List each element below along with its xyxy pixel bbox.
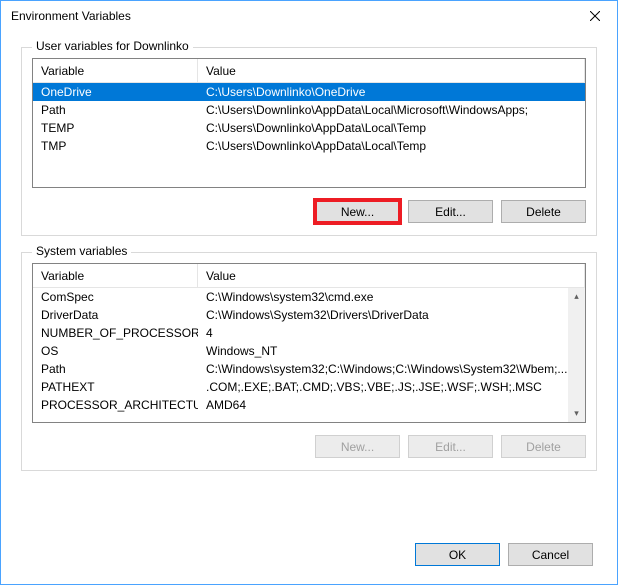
table-row[interactable]: PROCESSOR_ARCHITECTUREAMD64 bbox=[33, 396, 568, 414]
dialog-footer: OK Cancel bbox=[415, 543, 593, 566]
cell-value: C:\Users\Downlinko\AppData\Local\Temp bbox=[198, 139, 585, 153]
window-title: Environment Variables bbox=[11, 9, 572, 23]
cell-variable: DriverData bbox=[33, 308, 198, 322]
cell-value: C:\Users\Downlinko\AppData\Local\Microso… bbox=[198, 103, 585, 117]
table-row[interactable]: PATHEXT.COM;.EXE;.BAT;.CMD;.VBS;.VBE;.JS… bbox=[33, 378, 568, 396]
cell-variable: OS bbox=[33, 344, 198, 358]
system-group-label: System variables bbox=[32, 244, 131, 258]
table-row[interactable]: PathC:\Windows\system32;C:\Windows;C:\Wi… bbox=[33, 360, 568, 378]
cell-variable: OneDrive bbox=[33, 85, 198, 99]
cell-value: C:\Windows\system32\cmd.exe bbox=[198, 290, 568, 304]
cell-variable: NUMBER_OF_PROCESSORS bbox=[33, 326, 198, 340]
cell-variable: ComSpec bbox=[33, 290, 198, 304]
cancel-button[interactable]: Cancel bbox=[508, 543, 593, 566]
cell-value: AMD64 bbox=[198, 398, 568, 412]
scroll-down-icon[interactable]: ▾ bbox=[568, 405, 585, 422]
system-variables-table[interactable]: Variable Value ComSpecC:\Windows\system3… bbox=[32, 263, 586, 423]
system-variables-group: System variables Variable Value ComSpecC… bbox=[21, 252, 597, 471]
cell-value: C:\Windows\system32;C:\Windows;C:\Window… bbox=[198, 362, 568, 376]
system-table-header: Variable Value bbox=[33, 264, 585, 288]
close-button[interactable] bbox=[572, 1, 617, 31]
cell-value: 4 bbox=[198, 326, 568, 340]
cell-value: C:\Users\Downlinko\AppData\Local\Temp bbox=[198, 121, 585, 135]
cell-value: .COM;.EXE;.BAT;.CMD;.VBS;.VBE;.JS;.JSE;.… bbox=[198, 380, 568, 394]
user-variables-group: User variables for Downlinko Variable Va… bbox=[21, 47, 597, 236]
table-row[interactable]: OSWindows_NT bbox=[33, 342, 568, 360]
sys-col-value[interactable]: Value bbox=[198, 264, 585, 287]
table-row[interactable]: PathC:\Users\Downlinko\AppData\Local\Mic… bbox=[33, 101, 585, 119]
user-col-variable[interactable]: Variable bbox=[33, 59, 198, 82]
system-button-row: New... Edit... Delete bbox=[32, 435, 586, 458]
scroll-up-icon[interactable]: ▴ bbox=[568, 288, 585, 305]
system-scrollbar[interactable]: ▴ ▾ bbox=[568, 288, 585, 422]
cell-variable: TEMP bbox=[33, 121, 198, 135]
cell-variable: TMP bbox=[33, 139, 198, 153]
system-delete-button: Delete bbox=[501, 435, 586, 458]
table-row[interactable]: ComSpecC:\Windows\system32\cmd.exe bbox=[33, 288, 568, 306]
user-edit-button[interactable]: Edit... bbox=[408, 200, 493, 223]
table-row[interactable]: TEMPC:\Users\Downlinko\AppData\Local\Tem… bbox=[33, 119, 585, 137]
user-variables-table[interactable]: Variable Value OneDriveC:\Users\Downlink… bbox=[32, 58, 586, 188]
cell-variable: PROCESSOR_ARCHITECTURE bbox=[33, 398, 198, 412]
table-row[interactable]: DriverDataC:\Windows\System32\Drivers\Dr… bbox=[33, 306, 568, 324]
sys-col-variable[interactable]: Variable bbox=[33, 264, 198, 287]
system-new-button: New... bbox=[315, 435, 400, 458]
table-row[interactable]: OneDriveC:\Users\Downlinko\OneDrive bbox=[33, 83, 585, 101]
cell-value: C:\Windows\System32\Drivers\DriverData bbox=[198, 308, 568, 322]
user-col-value[interactable]: Value bbox=[198, 59, 585, 82]
system-edit-button: Edit... bbox=[408, 435, 493, 458]
cell-value: C:\Users\Downlinko\OneDrive bbox=[198, 85, 585, 99]
table-row[interactable]: TMPC:\Users\Downlinko\AppData\Local\Temp bbox=[33, 137, 585, 155]
table-row[interactable]: NUMBER_OF_PROCESSORS4 bbox=[33, 324, 568, 342]
ok-button[interactable]: OK bbox=[415, 543, 500, 566]
user-new-button[interactable]: New... bbox=[315, 200, 400, 223]
user-table-header: Variable Value bbox=[33, 59, 585, 83]
user-button-row: New... Edit... Delete bbox=[32, 200, 586, 223]
user-group-label: User variables for Downlinko bbox=[32, 39, 193, 53]
close-icon bbox=[590, 11, 600, 21]
cell-value: Windows_NT bbox=[198, 344, 568, 358]
cell-variable: Path bbox=[33, 103, 198, 117]
cell-variable: PATHEXT bbox=[33, 380, 198, 394]
titlebar: Environment Variables bbox=[1, 1, 617, 31]
user-delete-button[interactable]: Delete bbox=[501, 200, 586, 223]
cell-variable: Path bbox=[33, 362, 198, 376]
